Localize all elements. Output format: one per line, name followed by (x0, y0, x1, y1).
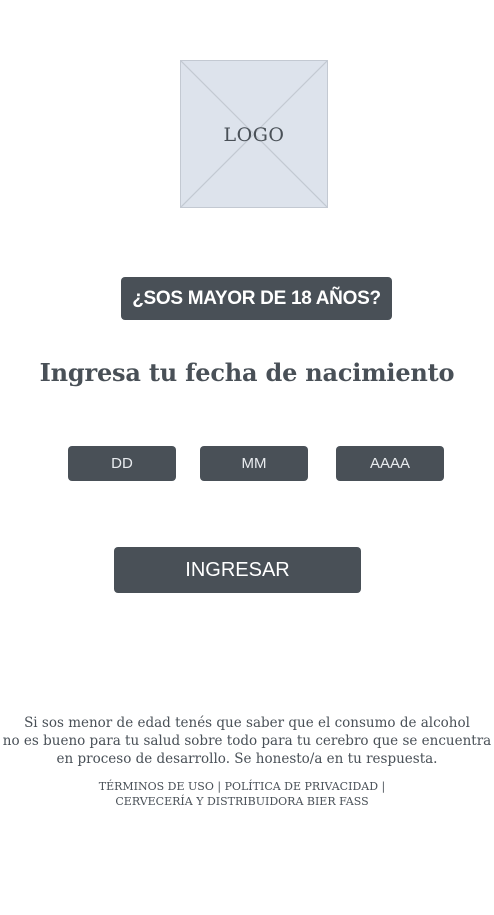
logo-placeholder: LOGO (180, 60, 328, 208)
footer-links-row: TÉRMINOS DE USO | POLÍTICA DE PRIVACIDAD… (0, 779, 484, 794)
month-input[interactable]: MM (200, 446, 308, 481)
privacy-link[interactable]: POLÍTICA DE PRIVACIDAD (225, 780, 378, 793)
footer-separator: | (217, 780, 222, 793)
footer-separator: | (381, 780, 386, 793)
disclaimer-line: Si sos menor de edad tenés que saber que… (24, 715, 470, 731)
disclaimer-line: en proceso de desarrollo. Se honesto/a e… (56, 751, 438, 767)
page-heading: Ingresa tu fecha de nacimiento (39, 358, 455, 387)
year-input[interactable]: AAAA (336, 446, 444, 481)
age-disclaimer: Si sos menor de edad tenés que saber que… (0, 714, 494, 768)
footer-brand: CERVECERÍA Y DISTRIBUIDORA BIER FASS (115, 795, 369, 808)
disclaimer-line: no es bueno para tu salud sobre todo par… (2, 733, 492, 749)
footer-links: TÉRMINOS DE USO | POLÍTICA DE PRIVACIDAD… (0, 779, 484, 809)
day-input[interactable]: DD (68, 446, 176, 481)
terms-link[interactable]: TÉRMINOS DE USO (99, 780, 214, 793)
ingresar-button[interactable]: INGRESAR (114, 547, 361, 593)
logo-label: LOGO (223, 124, 285, 146)
age-question-badge: ¿SOS MAYOR DE 18 AÑOS? (121, 277, 392, 320)
